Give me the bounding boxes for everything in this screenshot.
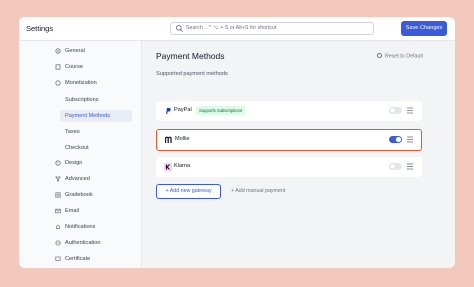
page-title: Settings — [26, 24, 54, 33]
toggle-knob — [390, 108, 395, 113]
top-bar: Settings Search ...^ ⌥ + S or Alt+S for … — [19, 17, 455, 41]
add-manual-payment-button[interactable]: + Add manual payment — [231, 188, 285, 194]
sidebar-item-label: Design — [65, 160, 83, 166]
add-new-gateway-button[interactable]: + Add new gateway — [156, 184, 221, 199]
toggle-knob — [390, 164, 395, 169]
sidebar: General Course Monetization Subscription… — [19, 41, 142, 268]
sidebar-item-label: Monetization — [65, 80, 97, 86]
drag-handle-icon[interactable] — [407, 163, 413, 170]
certificate-icon — [55, 256, 61, 261]
paypal-toggle[interactable] — [389, 107, 402, 114]
mollie-toggle[interactable] — [389, 136, 402, 143]
coin-icon — [55, 80, 61, 86]
gateway-card-klarna[interactable]: Klarna — [156, 157, 422, 177]
supports-subscriptions-badge: Supports Subscriptions — [196, 106, 246, 115]
section-subtitle: Supported payment methods — [156, 71, 228, 77]
main-panel: Payment Methods Reset to Default Support… — [142, 41, 455, 268]
toggle-knob — [396, 137, 401, 142]
filter-icon — [55, 176, 61, 182]
klarna-icon — [164, 163, 172, 171]
sidebar-item-checkout[interactable]: Checkout — [65, 142, 89, 154]
sidebar-item-label: Authentication — [65, 240, 101, 246]
sidebar-item-label: General — [65, 48, 85, 54]
sidebar-item-taxes[interactable]: Taxes — [65, 126, 80, 138]
gear-icon — [55, 48, 61, 54]
gateway-name: PayPal — [174, 107, 192, 113]
sidebar-item-payment-methods[interactable]: Payment Methods — [60, 110, 132, 122]
globe-icon — [55, 240, 61, 246]
reset-icon — [377, 53, 382, 58]
paypal-icon — [166, 108, 171, 114]
search-placeholder: Search ...^ ⌥ + S or Alt+S for shortcut — [186, 25, 277, 31]
drag-handle-icon[interactable] — [407, 107, 413, 114]
gateway-name: Klarna — [174, 163, 191, 169]
reset-label: Reset to Default — [385, 53, 423, 60]
book-icon — [55, 64, 61, 70]
gateway-name: Mollie — [175, 136, 190, 142]
mollie-icon — [165, 136, 172, 143]
gateway-card-mollie[interactable]: Mollie — [156, 129, 422, 151]
sidebar-item-label: Advanced — [65, 176, 90, 182]
gateway-card-paypal[interactable]: PayPal Supports Subscriptions — [156, 101, 422, 121]
sidebar-item-label: Gradebook — [65, 192, 93, 198]
search-input[interactable]: Search ...^ ⌥ + S or Alt+S for shortcut — [170, 22, 374, 35]
sidebar-item-label: Course — [65, 64, 84, 70]
sidebar-item-label: Notifications — [65, 224, 96, 230]
settings-window: Settings Search ...^ ⌥ + S or Alt+S for … — [19, 17, 455, 268]
section-title: Payment Methods — [156, 51, 225, 61]
grid-icon — [55, 192, 61, 198]
save-changes-button[interactable]: Save Changes — [401, 21, 447, 36]
bell-icon — [55, 224, 61, 229]
reset-to-default-button[interactable]: Reset to Default — [377, 53, 423, 60]
sidebar-item-label: Certificate — [65, 256, 91, 262]
search-icon — [175, 24, 183, 32]
sidebar-item-label: Email — [65, 208, 79, 214]
klarna-toggle[interactable] — [389, 163, 402, 170]
drag-handle-icon[interactable] — [407, 136, 413, 143]
sidebar-item-subscriptions[interactable]: Subscriptions — [65, 94, 99, 106]
mail-icon — [55, 208, 61, 214]
palette-icon — [55, 160, 61, 166]
